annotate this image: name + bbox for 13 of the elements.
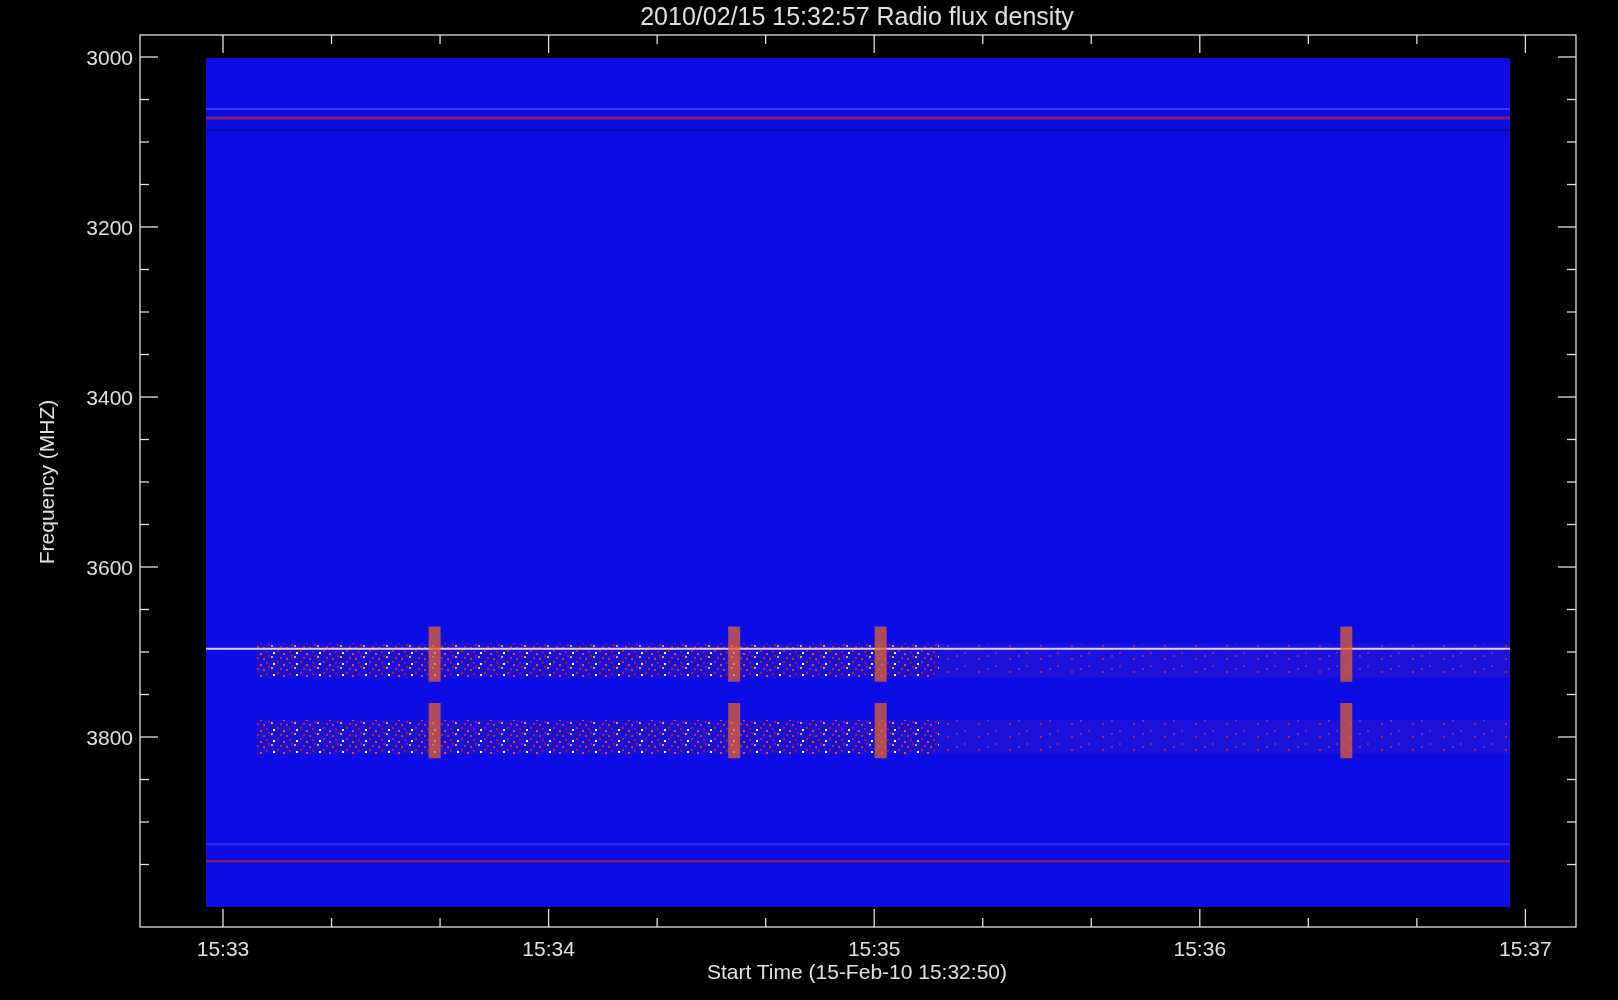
axis-title: Start Time (15-Feb-10 15:32:50) [707, 960, 1007, 983]
tick-label: 3600 [86, 556, 133, 579]
tick-label: 15:34 [522, 937, 575, 960]
tick-label: 3000 [86, 46, 133, 69]
tick-label: 3200 [86, 216, 133, 239]
tick-label: 15:35 [847, 937, 901, 960]
tick-label: 3400 [86, 386, 133, 409]
tick-label: 15:36 [1173, 937, 1227, 960]
axis-title: Frequency (MHZ) [35, 399, 58, 565]
tick-label: 15:33 [196, 937, 250, 960]
tick-label: 15:37 [1499, 937, 1552, 960]
chart-title: 2010/02/15 15:32:57 Radio flux density [640, 2, 1074, 30]
tick-label: 3800 [86, 726, 133, 749]
